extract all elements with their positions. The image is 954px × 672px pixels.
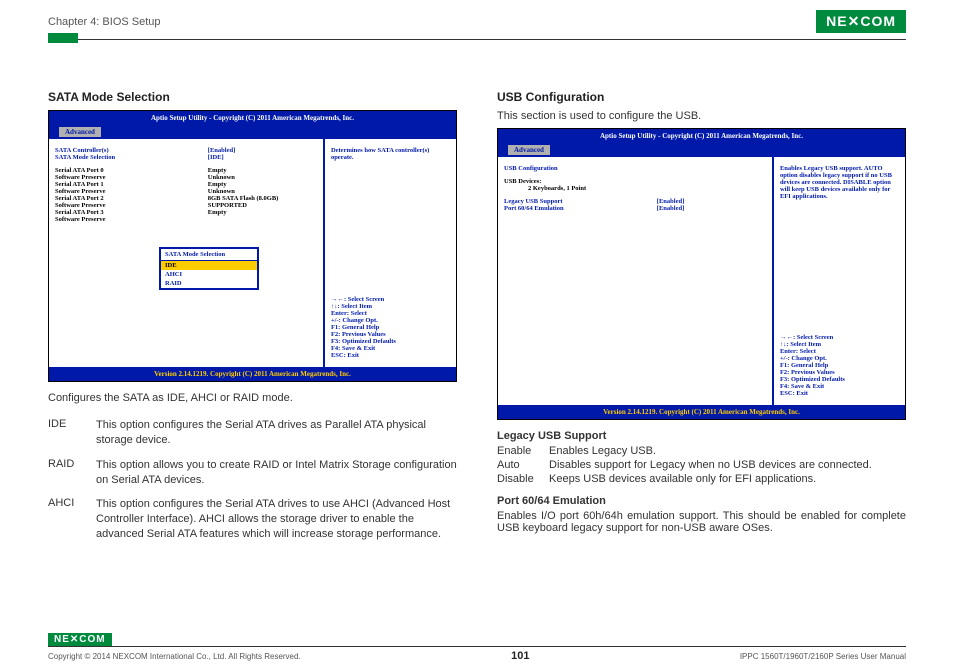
val-text: Disables support for Legacy when no USB … [549, 459, 906, 471]
bios-row-label: Port 60/64 Emulation [504, 205, 657, 212]
popup-item: IDE [161, 261, 257, 270]
chapter-title: Chapter 4: BIOS Setup [48, 16, 161, 28]
bios-row-label: Serial ATA Port 2 [55, 195, 208, 202]
val-text: Enables Legacy USB. [549, 445, 906, 457]
def-text: This option configures the Serial ATA dr… [96, 418, 457, 448]
bios-row-value: [Enabled] [208, 147, 317, 154]
def-text: This option configures the Serial ATA dr… [96, 497, 457, 542]
bios-row-value: Empty [208, 167, 317, 174]
bios-row-value: [Enabled] [657, 198, 766, 205]
val-term: Auto [497, 459, 549, 471]
bios-help-keys: →←: Select Screen ↑↓: Select Item Enter:… [331, 296, 450, 359]
right-column: USB Configuration This section is used t… [497, 90, 906, 552]
bios-row-label: Software Preserve [55, 202, 208, 209]
logo-footer: NE✕COM [48, 633, 112, 646]
bios-devices-value: 2 Keyboards, 1 Point [504, 185, 766, 192]
logo-header: NE✕COM [816, 10, 906, 33]
bios-row-label: Software Preserve [55, 188, 208, 195]
bios-row-label: Serial ATA Port 1 [55, 181, 208, 188]
bios-row-label: Legacy USB Support [504, 198, 657, 205]
bios-help-top: Enables Legacy USB support. AUTO option … [780, 165, 899, 200]
def-term: AHCI [48, 497, 96, 542]
bios-tab-advanced: Advanced [59, 127, 101, 137]
def-text: This option allows you to create RAID or… [96, 458, 457, 488]
bios-row-label: SATA Controller(s) [55, 147, 208, 154]
bios-row-value: Empty [208, 209, 317, 216]
bios-row-label: Software Preserve [55, 174, 208, 181]
bios-sata-box: Aptio Setup Utility - Copyright (C) 2011… [48, 110, 457, 382]
bios-help-top: Determines how SATA controller(s) operat… [331, 147, 450, 161]
popup-title: SATA Mode Selection [161, 249, 257, 261]
bios-row-value: Unknown [208, 174, 317, 181]
popup-item: RAID [161, 279, 257, 288]
usb-heading: USB Configuration [497, 90, 906, 104]
bios-title: Aptio Setup Utility - Copyright (C) 2011… [498, 129, 905, 143]
bios-tab-advanced: Advanced [508, 145, 550, 155]
bios-footer: Version 2.14.1219. Copyright (C) 2011 Am… [49, 367, 456, 381]
bios-title: Aptio Setup Utility - Copyright (C) 2011… [49, 111, 456, 125]
sata-caption: Configures the SATA as IDE, AHCI or RAID… [48, 392, 457, 404]
bios-row-label: SATA Mode Selection [55, 154, 208, 161]
bios-row-value: [IDE] [208, 154, 317, 161]
port6064-heading: Port 60/64 Emulation [497, 495, 906, 507]
bios-footer: Version 2.14.1219. Copyright (C) 2011 Am… [498, 405, 905, 419]
bios-row-value: SUPPORTED [208, 202, 317, 209]
usb-intro: This section is used to configure the US… [497, 110, 906, 122]
def-term: IDE [48, 418, 96, 448]
bios-row-value: Unknown [208, 188, 317, 195]
bios-devices-label: USB Devices: [504, 178, 766, 185]
bios-help-keys: →←: Select Screen ↑↓: Select Item Enter:… [780, 334, 899, 397]
footer-manual: IPPC 1560T/1960T/2160P Series User Manua… [740, 652, 906, 661]
bios-row-value [208, 216, 317, 223]
port6064-text: Enables I/O port 60h/64h emulation suppo… [497, 510, 906, 534]
bios-section-label: USB Configuration [504, 165, 766, 172]
bios-row-value: Empty [208, 181, 317, 188]
val-text: Keeps USB devices available only for EFI… [549, 473, 906, 485]
bios-row-label: Serial ATA Port 0 [55, 167, 208, 174]
bios-row-value: 8GB SATA Flash (8.0GB) [208, 195, 317, 202]
bios-popup: SATA Mode Selection IDE AHCI RAID [159, 247, 259, 290]
bios-row-label: Software Preserve [55, 216, 208, 223]
bios-usb-box: Aptio Setup Utility - Copyright (C) 2011… [497, 128, 906, 420]
footer-copyright: Copyright © 2014 NEXCOM International Co… [48, 652, 301, 661]
header-accent [48, 33, 78, 43]
left-column: SATA Mode Selection Aptio Setup Utility … [48, 90, 457, 552]
popup-item: AHCI [161, 270, 257, 279]
bios-row-value: [Enabled] [657, 205, 766, 212]
sata-heading: SATA Mode Selection [48, 90, 457, 104]
page-number: 101 [511, 650, 529, 662]
val-term: Enable [497, 445, 549, 457]
legacy-usb-heading: Legacy USB Support [497, 430, 906, 442]
val-term: Disable [497, 473, 549, 485]
bios-row-label: Serial ATA Port 3 [55, 209, 208, 216]
def-term: RAID [48, 458, 96, 488]
